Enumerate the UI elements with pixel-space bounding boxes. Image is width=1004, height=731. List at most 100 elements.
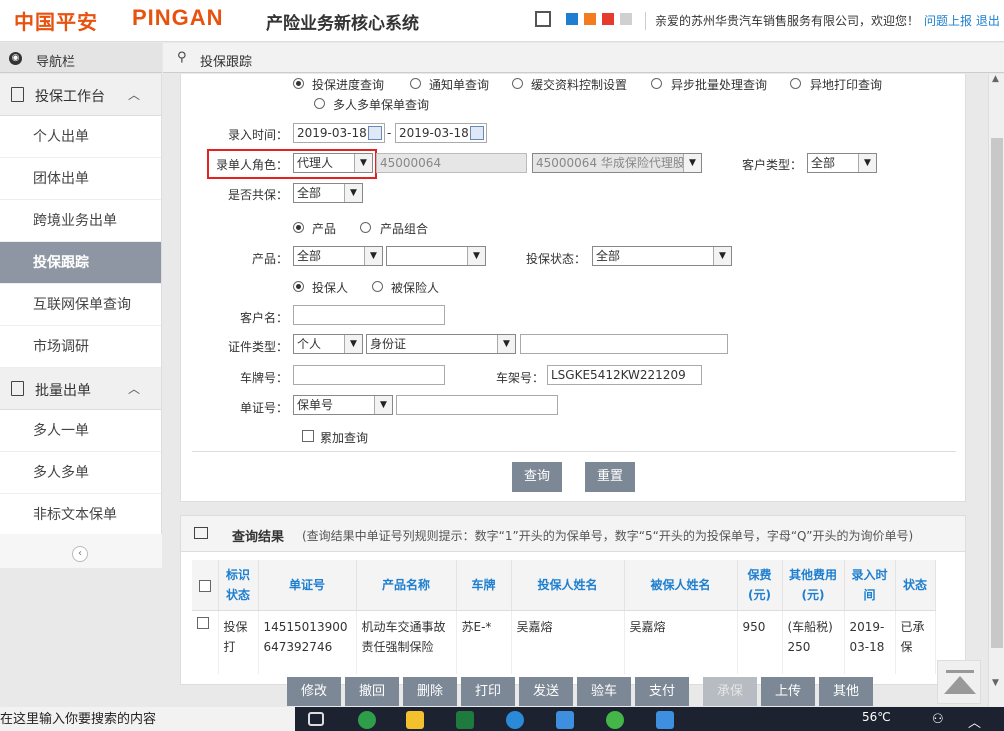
sidebar-item-group[interactable]: 团体出单 — [0, 158, 161, 200]
scroll-down-icon[interactable]: ▼ — [992, 678, 999, 688]
vin-input[interactable]: LSGKE5412KW221209 — [547, 365, 702, 385]
sidebar-item-tracking[interactable]: 投保跟踪 — [0, 242, 161, 284]
id-type-select[interactable]: 身份证 ▼ — [366, 334, 516, 354]
coinsurance-select[interactable]: 全部 ▼ — [293, 183, 363, 203]
document-icon — [11, 87, 24, 102]
col-header: 保费(元) — [737, 560, 783, 611]
sidebar-group-batch[interactable]: 批量出单 ︿ — [0, 368, 161, 410]
theme-swatch-gray[interactable] — [620, 13, 632, 25]
breadcrumb-text: 投保跟踪 — [200, 55, 253, 70]
plate-cell: 苏E-* — [456, 610, 512, 674]
theme-swatch-blue[interactable] — [566, 13, 578, 25]
compass-icon: ◉ — [9, 52, 22, 65]
plate-input[interactable] — [293, 365, 445, 385]
sidebar-group-workbench[interactable]: 投保工作台 ︿ — [0, 74, 161, 116]
id-number-input[interactable] — [520, 334, 728, 354]
sidebar-item-crossborder[interactable]: 跨境业务出单 — [0, 200, 161, 242]
radio-label: 缓交资料控制设置 — [531, 78, 628, 92]
table-row[interactable]: 投保打 14515013900647392746 机动车交通事故责任强制保险 苏… — [192, 610, 936, 674]
other-fee-link[interactable]: (车船税)250 — [782, 610, 845, 674]
radio-multi-policy[interactable] — [314, 98, 325, 109]
page-scrollbar[interactable]: ▲ ▼ — [988, 74, 1004, 707]
people-icon[interactable]: ⚇ — [932, 712, 944, 727]
report-logout-links[interactable]: 问题上报 退出 — [924, 12, 1000, 29]
wechat-icon[interactable] — [606, 711, 624, 729]
doc-no-input[interactable] — [396, 395, 558, 415]
radio-insured[interactable] — [372, 281, 383, 292]
radio-product[interactable] — [293, 222, 304, 233]
calendar-icon[interactable] — [470, 126, 484, 140]
vin-value: LSGKE5412KW221209 — [551, 368, 686, 382]
results-panel: 查询结果 (查询结果中单证号列规则提示：数字“1”开头的为保单号，数字“5“开头… — [180, 515, 966, 685]
results-title: 查询结果 — [232, 530, 285, 545]
col-header: 标识状态 — [218, 560, 259, 611]
fullscreen-icon[interactable] — [535, 11, 551, 27]
entry-time-cell: 2019-03-18 — [844, 610, 896, 674]
car-app-icon-2[interactable] — [656, 711, 674, 729]
query-button[interactable]: 查询 — [512, 462, 562, 492]
scroll-thumb[interactable] — [991, 138, 1003, 648]
product-sub-select[interactable]: ▼ — [386, 246, 486, 266]
task-view-icon[interactable] — [308, 712, 324, 726]
customer-type-select[interactable]: 全部 ▼ — [807, 153, 877, 173]
date-from-input[interactable]: 2019-03-18 — [293, 123, 385, 143]
print-button[interactable]: 打印 — [461, 677, 515, 706]
doc-type-select[interactable]: 保单号 ▼ — [293, 395, 393, 415]
select-all-checkbox[interactable] — [198, 579, 211, 592]
taskbar-search[interactable]: 在这里输入你要搜索的内容 — [0, 707, 295, 731]
coinsurance-label: 是否共保： — [227, 188, 288, 202]
upload-button[interactable]: 上传 — [761, 677, 815, 706]
excel-icon[interactable] — [456, 711, 474, 729]
radio-notice-query[interactable] — [410, 78, 421, 89]
radio-remote-print[interactable] — [790, 78, 801, 89]
calendar-icon[interactable] — [368, 126, 382, 140]
radio-async-batch[interactable] — [651, 78, 662, 89]
row-checkbox[interactable] — [197, 616, 209, 629]
radio-label: 被保险人 — [391, 281, 440, 295]
back-to-top-button[interactable] — [937, 660, 981, 704]
id-category-select[interactable]: 个人 ▼ — [293, 334, 363, 354]
delete-button[interactable]: 删除 — [403, 677, 457, 706]
sidebar-group-label: 投保工作台 — [35, 89, 105, 105]
radio-progress-query[interactable] — [293, 78, 304, 89]
product-label: 产品： — [251, 252, 288, 266]
flag-status-link[interactable]: 投保打 — [218, 610, 259, 674]
send-button[interactable]: 发送 — [519, 677, 573, 706]
doc-no-link[interactable]: 14515013900647392746 — [258, 610, 357, 674]
sidebar-item-internet[interactable]: 互联网保单查询 — [0, 284, 161, 326]
other-button[interactable]: 其他 — [819, 677, 873, 706]
ie-icon[interactable] — [506, 711, 524, 729]
welcome-text: 亲爱的苏州华贵汽车销售服务有限公司，欢迎您！ — [645, 12, 919, 30]
radio-applicant[interactable] — [293, 281, 304, 292]
accumulate-checkbox[interactable] — [302, 430, 314, 442]
car-app-icon[interactable] — [556, 711, 574, 729]
theme-swatch-orange[interactable] — [584, 13, 596, 25]
inspect-button[interactable]: 验车 — [577, 677, 631, 706]
customer-name-label: 客户名： — [239, 311, 288, 325]
chevron-down-icon: ▼ — [713, 247, 731, 265]
radio-product-combo[interactable] — [360, 222, 371, 233]
pay-button[interactable]: 支付 — [635, 677, 689, 706]
radio-deferred-docs[interactable] — [512, 78, 523, 89]
theme-swatch-red[interactable] — [602, 13, 614, 25]
product-select[interactable]: 全部 ▼ — [293, 246, 383, 266]
sidebar-item-nonstandard[interactable]: 非标文本保单 — [0, 494, 161, 536]
folder-icon[interactable] — [406, 711, 424, 729]
radio-label: 通知单查询 — [429, 78, 490, 92]
chevron-up-icon[interactable]: ︿ — [968, 712, 981, 731]
sidebar-item-survey[interactable]: 市场调研 — [0, 326, 161, 368]
collapse-sidebar-icon[interactable]: ‹ — [72, 546, 88, 562]
customer-name-input[interactable] — [293, 305, 445, 325]
sidebar-item-multi-multi[interactable]: 多人多单 — [0, 452, 161, 494]
policy-status-select[interactable]: 全部 ▼ — [592, 246, 732, 266]
date-to-input[interactable]: 2019-03-18 — [395, 123, 487, 143]
browser-icon[interactable] — [358, 711, 376, 729]
sidebar-item-personal[interactable]: 个人出单 — [0, 116, 161, 158]
modify-button[interactable]: 修改 — [287, 677, 341, 706]
scroll-up-icon[interactable]: ▲ — [992, 74, 999, 84]
sidebar-item-multi-one[interactable]: 多人一单 — [0, 410, 161, 452]
reset-button[interactable]: 重置 — [585, 462, 635, 492]
chevron-down-icon: ▼ — [344, 335, 362, 353]
withdraw-button[interactable]: 撤回 — [345, 677, 399, 706]
role-select[interactable]: 代理人 ▼ — [293, 153, 373, 173]
